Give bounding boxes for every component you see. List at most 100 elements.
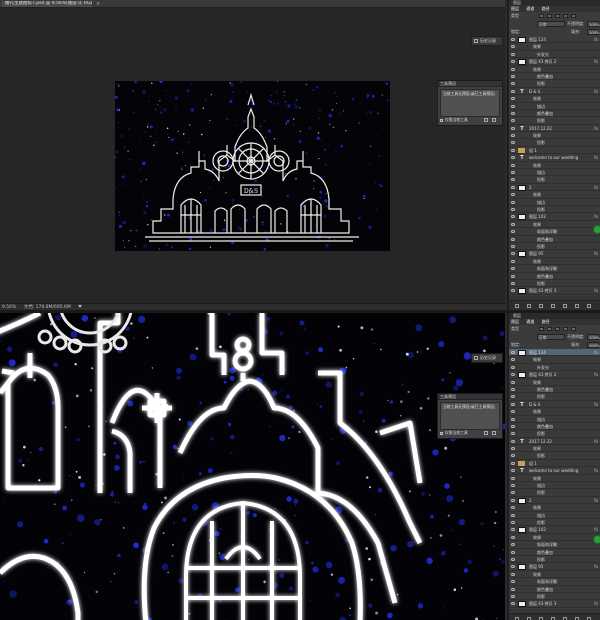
- fx-icon[interactable]: fx: [594, 58, 598, 65]
- fx-icon[interactable]: fx: [594, 401, 598, 408]
- visibility-eye-icon[interactable]: [511, 587, 515, 591]
- layer-effect-row[interactable]: 投影: [509, 280, 600, 288]
- filter-shape-icon[interactable]: [563, 327, 568, 331]
- new-layer-icon[interactable]: [575, 304, 579, 308]
- link-layers-icon[interactable]: [515, 304, 519, 308]
- layer-list[interactable]: 图层 124 fx 效果 外发光 图层 43 拷贝 2 fx 效果 颜色叠加 投影 T D & Sf…: [509, 349, 600, 609]
- zoomed-canvas[interactable]: [0, 313, 505, 620]
- new-preset-icon[interactable]: [484, 431, 488, 435]
- new-group-icon[interactable]: [563, 304, 567, 308]
- layer-effect-row[interactable]: 投影: [509, 393, 600, 401]
- layer-group-row[interactable]: 组 1: [509, 147, 600, 155]
- fx-icon[interactable]: fx: [594, 467, 598, 474]
- visibility-eye-icon[interactable]: [511, 447, 515, 451]
- visibility-eye-icon[interactable]: [511, 230, 515, 234]
- layer-effect-row[interactable]: 效果: [509, 504, 600, 512]
- visibility-eye-icon[interactable]: [511, 513, 515, 517]
- visibility-eye-icon[interactable]: [511, 410, 515, 414]
- blend-mode-select[interactable]: 正常: [537, 334, 565, 340]
- layer-row[interactable]: Twelcome to our wedding fx: [509, 154, 600, 162]
- layer-row[interactable]: 2 fx: [509, 497, 600, 505]
- visibility-eye-icon[interactable]: [511, 178, 515, 182]
- filter-kind-select[interactable]: 类型: [511, 13, 519, 18]
- visibility-eye-icon[interactable]: [511, 193, 515, 197]
- tool-presets-list[interactable]: 当前工具无预设(或已工具预设): [440, 402, 500, 430]
- layer-row[interactable]: 图层 43 拷贝 3 fx: [509, 600, 600, 608]
- layer-effect-row[interactable]: 效果: [509, 571, 600, 579]
- layer-effect-row[interactable]: 颜色叠加: [509, 386, 600, 394]
- layer-effect-row[interactable]: 效果: [509, 475, 600, 483]
- layer-effect-row[interactable]: 描边: [509, 103, 600, 110]
- new-preset-icon[interactable]: [484, 118, 488, 122]
- filter-text-icon[interactable]: [555, 14, 560, 18]
- layer-effect-row[interactable]: 描边: [509, 482, 600, 490]
- tab-layers[interactable]: 图层: [511, 319, 519, 324]
- visibility-eye-icon[interactable]: [511, 207, 515, 211]
- fx-icon[interactable]: fx: [594, 154, 598, 161]
- layer-effect-row[interactable]: 效果: [509, 221, 600, 229]
- visibility-eye-icon[interactable]: [511, 82, 515, 86]
- visibility-eye-icon[interactable]: [511, 402, 515, 406]
- filter-adjust-icon[interactable]: [547, 14, 552, 18]
- visibility-eye-icon[interactable]: [511, 185, 515, 189]
- visibility-eye-icon[interactable]: [511, 439, 515, 443]
- visibility-eye-icon[interactable]: [511, 373, 515, 377]
- visibility-eye-icon[interactable]: [511, 171, 515, 175]
- layer-effect-row[interactable]: 投影: [509, 556, 600, 564]
- layer-effect-row[interactable]: 效果: [509, 132, 600, 140]
- layer-effect-row[interactable]: 投影: [509, 80, 600, 88]
- visibility-eye-icon[interactable]: [511, 52, 515, 56]
- visibility-eye-icon[interactable]: [511, 351, 515, 354]
- mask-icon[interactable]: [539, 304, 543, 308]
- layer-effect-row[interactable]: 投影: [509, 176, 600, 184]
- visibility-eye-icon[interactable]: [511, 67, 515, 71]
- visibility-eye-icon[interactable]: [511, 289, 515, 293]
- layer-effect-row[interactable]: 斜面和浮雕: [509, 228, 600, 236]
- fx-icon[interactable]: fx: [594, 184, 598, 191]
- visibility-eye-icon[interactable]: [511, 461, 515, 465]
- filter-smart-icon[interactable]: [571, 14, 576, 18]
- filter-adjust-icon[interactable]: [547, 327, 552, 331]
- visibility-eye-icon[interactable]: [511, 60, 515, 64]
- history-panel-button[interactable]: 历史记录: [471, 36, 503, 46]
- filter-shape-icon[interactable]: [563, 14, 568, 18]
- visibility-eye-icon[interactable]: [511, 484, 515, 488]
- layer-effect-row[interactable]: 效果: [509, 534, 600, 542]
- visibility-eye-icon[interactable]: [511, 506, 515, 510]
- visibility-eye-icon[interactable]: [511, 432, 515, 436]
- layer-effect-row[interactable]: 颜色叠加: [509, 110, 600, 118]
- fx-icon[interactable]: fx: [594, 563, 598, 570]
- close-tab-icon[interactable]: ×: [96, 1, 100, 7]
- visibility-eye-icon[interactable]: [511, 134, 515, 138]
- layer-effect-row[interactable]: 描边: [509, 416, 600, 423]
- layer-row[interactable]: 图层 102 fx: [509, 526, 600, 534]
- fx-icon[interactable]: fx: [594, 349, 598, 356]
- layer-list[interactable]: 图层 124 fx 效果 外发光 图层 43 拷贝 2 fx 效果 颜色叠加 投影 T D & Sf…: [509, 36, 600, 296]
- trash-icon[interactable]: [587, 304, 591, 308]
- layer-effect-row[interactable]: 效果: [509, 162, 600, 170]
- canvas-area[interactable]: D&S: [0, 8, 505, 303]
- visibility-eye-icon[interactable]: [511, 244, 515, 248]
- layer-row[interactable]: 图层 43 拷贝 2 fx: [509, 371, 600, 379]
- layer-row[interactable]: 图层 124 fx: [509, 349, 600, 357]
- layer-effect-row[interactable]: 投影: [509, 519, 600, 527]
- layer-row[interactable]: T 2017.12.22 fx: [509, 438, 600, 446]
- layer-row[interactable]: 图层 95 fx: [509, 250, 600, 258]
- visibility-eye-icon[interactable]: [511, 252, 515, 256]
- layer-row[interactable]: Twelcome to our wedding fx: [509, 467, 600, 475]
- layer-effect-row[interactable]: 效果: [509, 43, 600, 51]
- fx-icon[interactable]: fx: [594, 371, 598, 378]
- layer-effect-row[interactable]: 效果: [509, 95, 600, 103]
- filter-pixel-icon[interactable]: [539, 14, 544, 18]
- visibility-eye-icon[interactable]: [511, 237, 515, 241]
- layer-effect-row[interactable]: 效果: [509, 445, 600, 453]
- layer-effect-row[interactable]: 颜色叠加: [509, 423, 600, 431]
- layer-effect-row[interactable]: 效果: [509, 356, 600, 364]
- opacity-input[interactable]: 100%: [587, 21, 600, 27]
- visibility-eye-icon[interactable]: [511, 274, 515, 278]
- filter-text-icon[interactable]: [555, 327, 560, 331]
- layer-effect-row[interactable]: 描边: [509, 199, 600, 206]
- layer-effect-row[interactable]: 颜色叠加: [509, 549, 600, 556]
- layer-effect-row[interactable]: 斜面和浮雕: [509, 265, 600, 273]
- visibility-eye-icon[interactable]: [511, 38, 515, 41]
